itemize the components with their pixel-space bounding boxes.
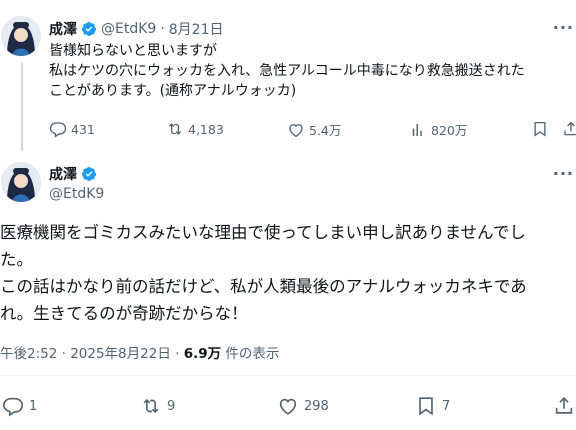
handle[interactable]: @EtdK9 <box>101 21 156 37</box>
repost-icon <box>143 398 159 414</box>
avatar[interactable] <box>1 16 41 56</box>
tweet-text: 医療機関をゴミカスみたいな理由で使ってしまい申し訳ありませんでし た。 この話は… <box>0 219 527 327</box>
repost-icon <box>168 123 182 135</box>
text-line: ことがあります。(通称アナルウォッカ) <box>49 83 297 99</box>
like-button[interactable]: 298 <box>277 395 329 417</box>
text-line: れ。生きてるのが奇跡だからな！ <box>0 304 248 323</box>
repost-button[interactable]: 9 <box>140 395 175 417</box>
view-count: 820万 <box>431 123 468 138</box>
verified-badge-icon <box>81 22 96 36</box>
text-line: 私はケツの穴にウォッカを入れ、急性アルコール中毒になり救急搬送された <box>49 63 525 79</box>
bookmark-icon <box>419 397 433 416</box>
verified-badge-icon <box>81 167 96 181</box>
bookmark-button[interactable]: 7 <box>415 395 450 417</box>
reply-button[interactable]: 431 <box>49 120 95 138</box>
text-line: 医療機関をゴミカスみたいな理由で使ってしまい申し訳ありませんでし <box>0 223 526 242</box>
display-name[interactable]: 成澤 <box>49 19 77 39</box>
separator: · <box>160 21 165 37</box>
text-line: 皆様知らないと思いますが <box>49 43 217 59</box>
thread-line <box>21 63 23 151</box>
like-count: 298 <box>304 398 329 414</box>
bookmark-count: 7 <box>442 398 451 414</box>
bookmark-button[interactable] <box>531 120 549 138</box>
share-icon <box>564 121 576 136</box>
reply-button[interactable]: 1 <box>2 395 37 417</box>
timestamp[interactable]: 午後2:52 · 2025年8月22日 · <box>0 346 179 362</box>
more-icon[interactable]: ··· <box>553 164 574 183</box>
text-line: た。 <box>0 250 33 269</box>
tweet-text: 皆様知らないと思いますが 私はケツの穴にウォッカを入れ、急性アルコール中毒になり… <box>49 41 525 101</box>
view-count: 6.9万 <box>183 346 222 362</box>
views-button[interactable]: 820万 <box>409 120 467 139</box>
reply-icon <box>49 122 67 138</box>
display-name[interactable]: 成澤 <box>49 164 77 184</box>
avatar[interactable] <box>1 162 41 202</box>
repost-count: 9 <box>167 398 176 414</box>
views-icon <box>412 123 422 136</box>
reply-count: 1 <box>29 398 38 414</box>
share-icon <box>555 397 573 414</box>
like-button[interactable]: 5.4万 <box>287 120 341 139</box>
more-icon[interactable]: ··· <box>553 18 574 37</box>
reply-count: 431 <box>71 121 95 137</box>
like-count: 5.4万 <box>309 123 342 138</box>
like-icon <box>289 123 303 137</box>
repost-count: 4,183 <box>188 121 224 137</box>
repost-button[interactable]: 4,183 <box>166 120 224 138</box>
reply-icon <box>3 397 23 417</box>
share-button[interactable] <box>553 395 575 417</box>
divider <box>0 375 576 376</box>
post-timestamp: 午後2:52 · 2025年8月22日 · 6.9万 件の表示 <box>0 342 279 362</box>
text-line: この話はかなり前の話だけど、私が人類最後のアナルウォッカネキであ <box>0 277 527 296</box>
view-label: 件の表示 <box>225 346 280 362</box>
like-icon <box>279 398 297 415</box>
handle[interactable]: @EtdK9 <box>49 186 104 202</box>
share-button[interactable] <box>562 120 576 138</box>
bookmark-icon <box>534 121 546 137</box>
post-date[interactable]: 8月21日 <box>169 19 224 39</box>
